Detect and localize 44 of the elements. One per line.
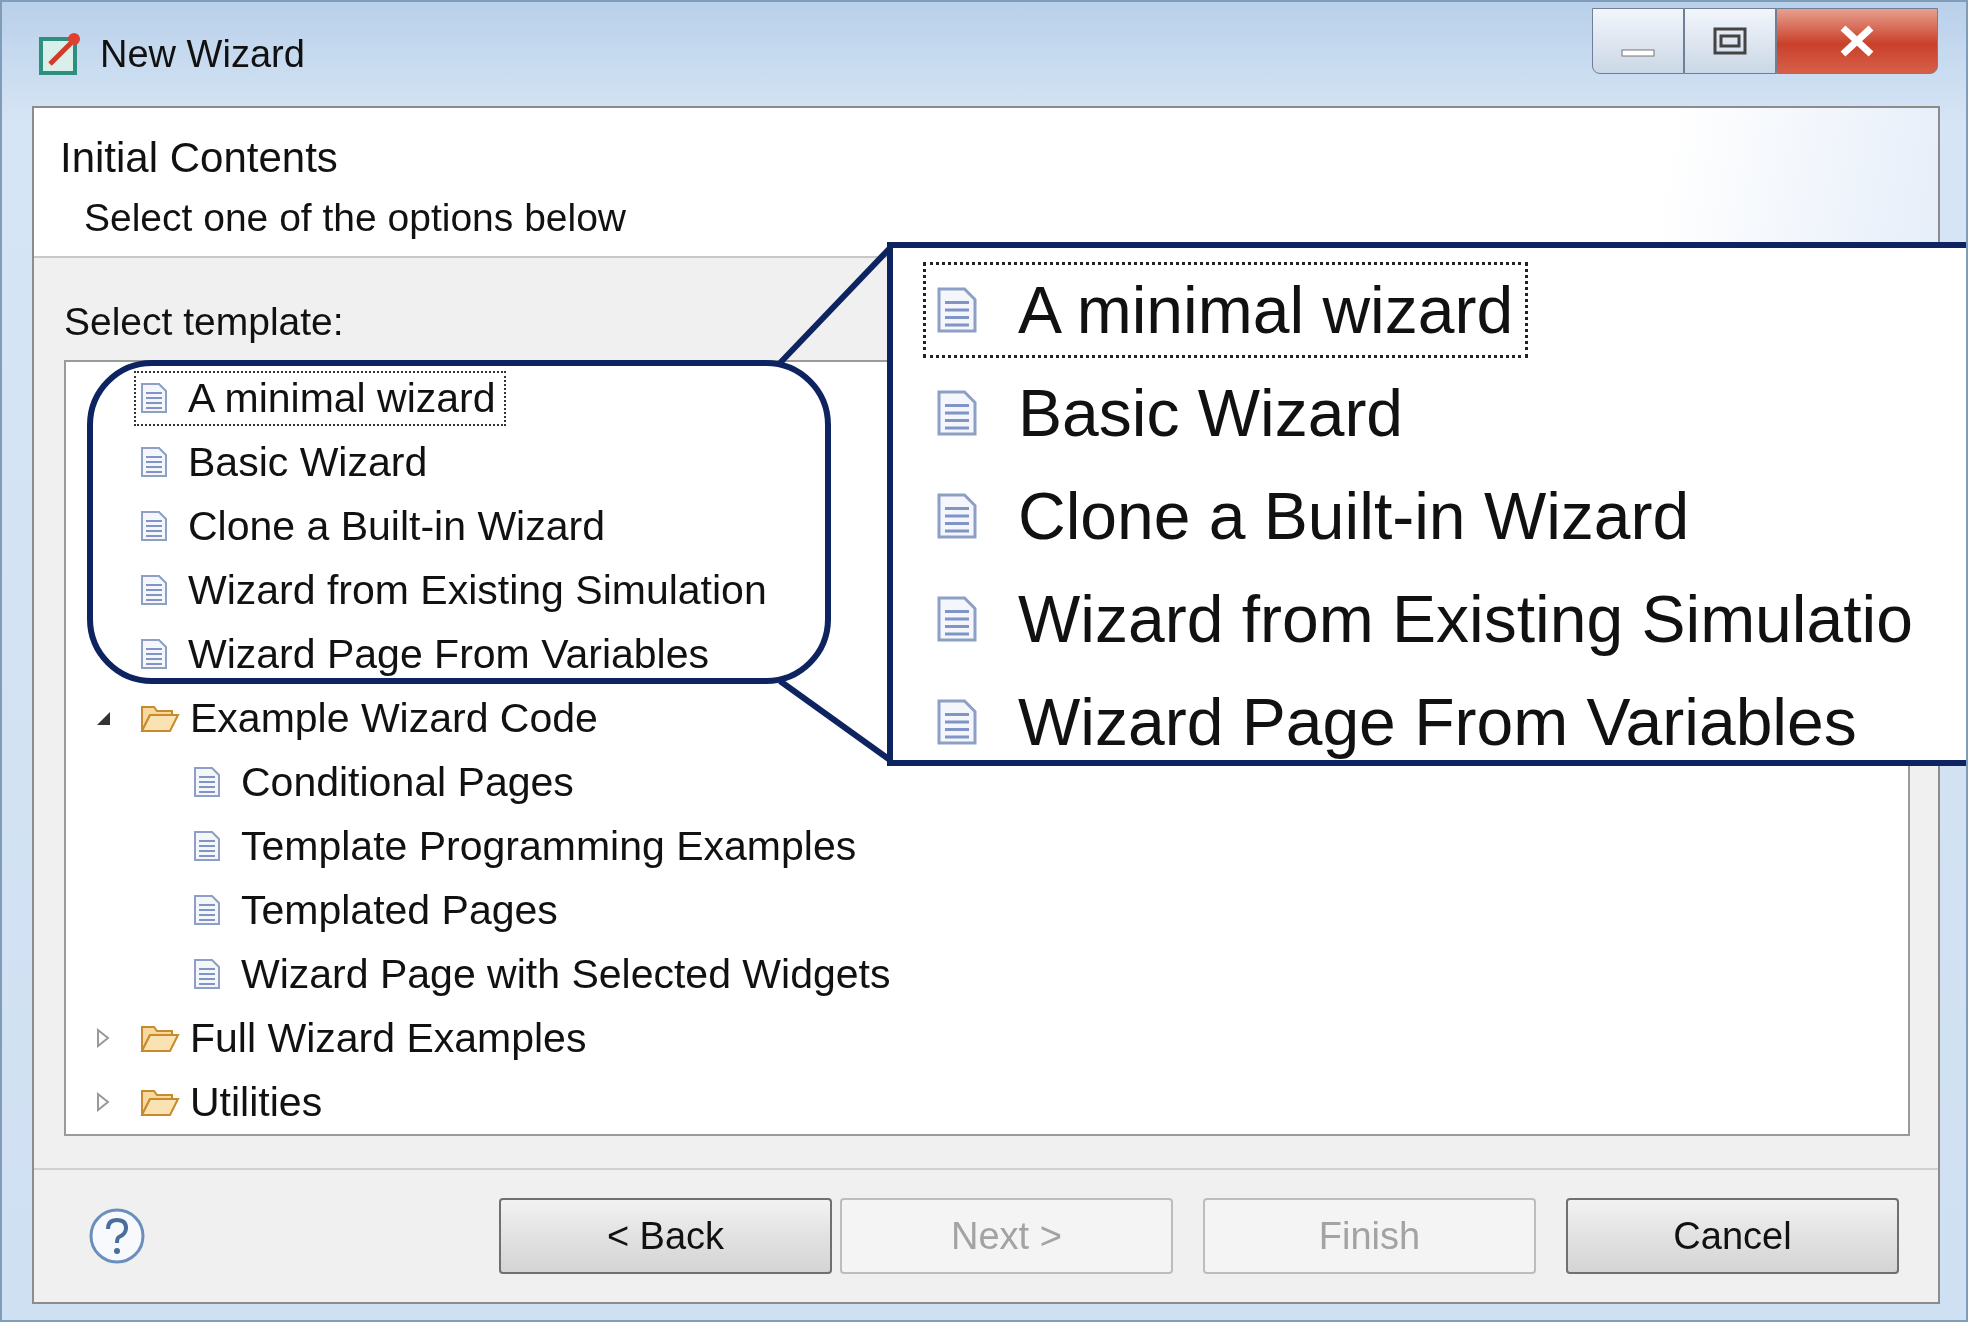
tree-item[interactable]: Conditional Pages [187,754,584,810]
folder-icon [140,703,180,733]
tree-item[interactable]: Templated Pages [187,882,568,938]
tree-item[interactable]: Wizard Page with Selected Widgets [187,946,901,1002]
document-icon [193,958,221,990]
document-icon [140,382,168,414]
document-icon [193,830,221,862]
tree-item[interactable]: Wizard from Existing Simulation [134,562,777,618]
tree-item[interactable]: Example Wizard Code [134,690,608,746]
maximize-button[interactable] [1684,8,1776,74]
minimize-icon [1621,48,1655,58]
tree-item[interactable]: Basic Wizard [134,434,438,490]
document-icon [140,574,168,606]
help-icon[interactable] [88,1207,146,1265]
page-description: Select one of the options below [84,196,628,240]
magnified-item[interactable]: A minimal wizard [923,261,1529,358]
expand-arrow-icon[interactable] [96,1028,110,1048]
document-icon [140,446,168,478]
minimize-button[interactable] [1592,8,1684,74]
magnified-item[interactable]: Basic Wizard [923,364,1419,461]
tree-item[interactable]: A minimal wizard [134,370,506,426]
dialog-button[interactable]: Cancel [1566,1198,1899,1274]
expand-arrow-icon[interactable] [96,1092,110,1112]
document-icon [140,638,168,670]
close-button[interactable] [1776,8,1938,74]
tree-item[interactable]: Wizard Page From Variables [134,626,720,682]
page-title: Initial Contents [60,134,339,182]
tree-item[interactable]: Clone a Built-in Wizard [134,498,615,554]
document-icon [193,766,221,798]
folder-icon [140,1087,180,1117]
tree-item[interactable]: Utilities [134,1074,333,1130]
tree-item[interactable]: Template Programming Examples [187,818,867,874]
tree-label: Select template: [64,300,344,344]
dialog-button[interactable]: < Back [499,1198,832,1274]
magnified-item[interactable]: Wizard Page From Variables [923,673,1872,770]
document-icon [140,510,168,542]
window-title: New Wizard [100,32,305,76]
tree-item[interactable]: Full Wizard Examples [134,1010,597,1066]
magnified-item[interactable]: Clone a Built-in Wizard [923,467,1705,564]
magnified-item[interactable]: Wizard from Existing Simulatio [923,570,1928,667]
maximize-icon [1713,27,1747,55]
collapse-arrow-icon[interactable] [95,710,111,726]
document-icon [193,894,221,926]
folder-icon [140,1023,180,1053]
